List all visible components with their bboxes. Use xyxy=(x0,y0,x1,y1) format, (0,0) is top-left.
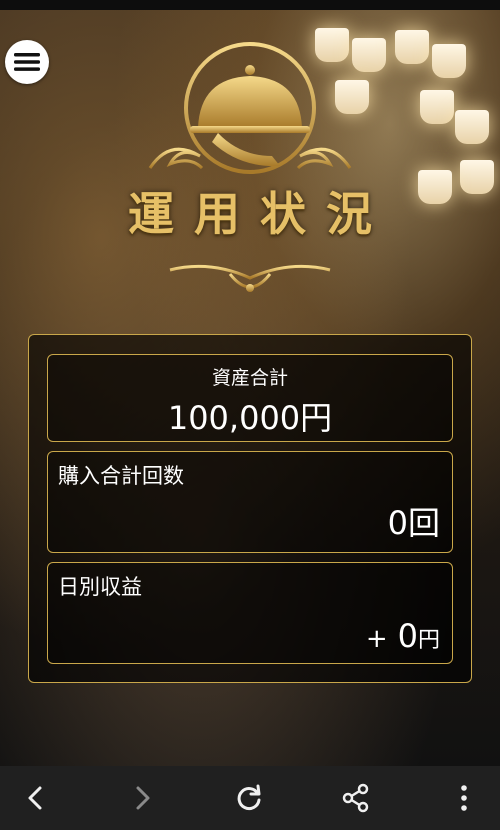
purchase-count-value: 0回 xyxy=(387,504,440,542)
back-button[interactable] xyxy=(20,782,52,814)
daily-profit-value: +0円 xyxy=(366,617,440,655)
daily-profit-sign: + xyxy=(365,624,388,654)
daily-profit-unit: 円 xyxy=(417,628,440,653)
menu-button[interactable] xyxy=(5,40,49,84)
cloche-emblem-icon xyxy=(120,42,380,292)
status-bar xyxy=(0,0,500,10)
daily-profit-label: 日別収益 xyxy=(58,575,142,599)
asset-total-value: 100,000円 xyxy=(167,399,333,437)
reload-button[interactable] xyxy=(234,782,266,814)
hamburger-menu-icon xyxy=(14,53,40,71)
more-options-button[interactable] xyxy=(448,782,480,814)
asset-total-card: 資産合計 100,000円 xyxy=(47,354,453,442)
forward-icon xyxy=(136,786,150,810)
purchase-count-label: 購入合計回数 xyxy=(58,464,184,488)
share-button[interactable] xyxy=(340,782,372,814)
page-title: 運用状況 xyxy=(128,187,392,241)
more-vert-icon xyxy=(461,785,467,811)
summary-panel: 資産合計 100,000円 購入合計回数 0回 日別収益 +0円 xyxy=(28,334,472,683)
back-icon xyxy=(28,786,42,810)
asset-total-label: 資産合計 xyxy=(211,367,288,389)
browser-navigation-bar xyxy=(0,766,500,830)
purchase-count-card: 購入合計回数 0回 xyxy=(47,451,453,553)
daily-profit-amount: 0 xyxy=(397,617,418,655)
reload-icon xyxy=(237,784,261,810)
restaurant-emblem xyxy=(90,38,410,308)
share-icon xyxy=(342,783,369,813)
daily-profit-card: 日別収益 +0円 xyxy=(47,562,453,664)
forward-button[interactable] xyxy=(126,782,158,814)
